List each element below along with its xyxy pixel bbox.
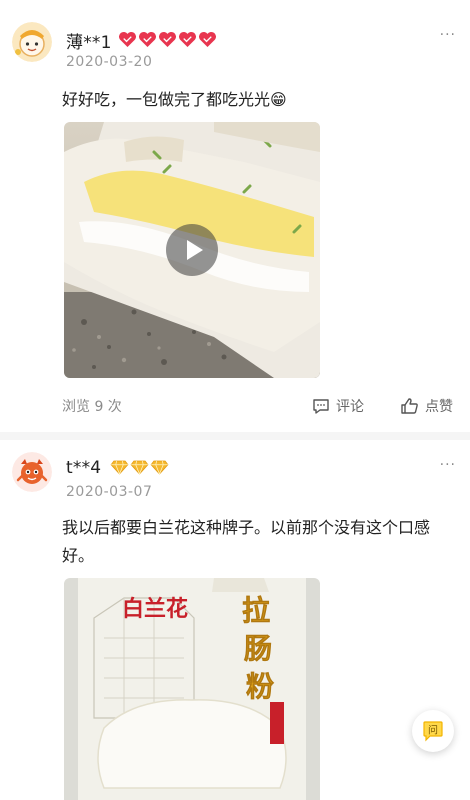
avatar-image (12, 452, 52, 492)
question-label: 问 (428, 724, 438, 737)
heart-badge-icon (158, 31, 177, 52)
ask-question-button[interactable]: 问 (412, 710, 454, 752)
more-options-button[interactable]: ··· (440, 458, 456, 472)
review-card: t**4 ··· 2020-03-07 我以后都要白兰花这种牌子。以前那个没有这… (0, 432, 470, 800)
user-avatar[interactable] (12, 452, 52, 492)
review-footer: 浏览 9 次 评论 点赞 (62, 396, 456, 418)
user-level-badges (110, 460, 169, 479)
review-video-thumbnail[interactable] (64, 122, 320, 378)
review-photo[interactable]: 白兰花 拉 肠 粉 (64, 578, 320, 800)
diamond-badge-icon (150, 460, 169, 479)
avatar-image (12, 22, 52, 62)
thumbs-up-icon (401, 398, 418, 414)
svg-text:拉: 拉 (242, 594, 270, 627)
review-text: 我以后都要白兰花这种牌子。以前那个没有这个口感好。 (62, 518, 431, 565)
packaging-brand-text: 白兰花 (122, 596, 188, 621)
svg-text:肠: 肠 (244, 634, 272, 665)
review-date: 2020-03-20 (66, 54, 153, 70)
more-options-button[interactable]: ··· (440, 28, 456, 42)
diamond-badge-icon (110, 460, 129, 479)
comment-button[interactable]: 评论 (312, 396, 364, 416)
comment-icon (313, 399, 329, 414)
diamond-badge-icon (130, 460, 149, 479)
heart-badge-icon (198, 31, 217, 52)
view-count: 浏览 9 次 (62, 399, 122, 415)
packaging-product-name: 拉 肠 粉 (242, 594, 275, 704)
review-card: 薄**1 ··· 2020-03-20 好好吃，一包做完了都吃光光😁 浏览 9 … (0, 0, 470, 432)
username[interactable]: 薄**1 (66, 28, 112, 53)
review-text: 好好吃，一包做完了都吃光光😁 (62, 90, 287, 109)
heart-badge-icon (138, 31, 157, 52)
question-icon: 问 (423, 721, 443, 742)
review-date: 2020-03-07 (66, 484, 153, 500)
heart-badge-icon (118, 31, 137, 52)
like-label: 点赞 (425, 399, 453, 415)
heart-badge-icon (178, 31, 197, 52)
user-avatar[interactable] (12, 22, 52, 62)
play-icon (187, 240, 203, 260)
play-button[interactable] (166, 224, 218, 276)
like-button[interactable]: 点赞 (400, 396, 453, 416)
svg-text:粉: 粉 (246, 671, 274, 703)
username[interactable]: t**4 (66, 458, 101, 478)
comment-label: 评论 (336, 399, 364, 415)
product-photo: 白兰花 拉 肠 粉 (64, 578, 320, 800)
user-level-badges (118, 31, 217, 52)
